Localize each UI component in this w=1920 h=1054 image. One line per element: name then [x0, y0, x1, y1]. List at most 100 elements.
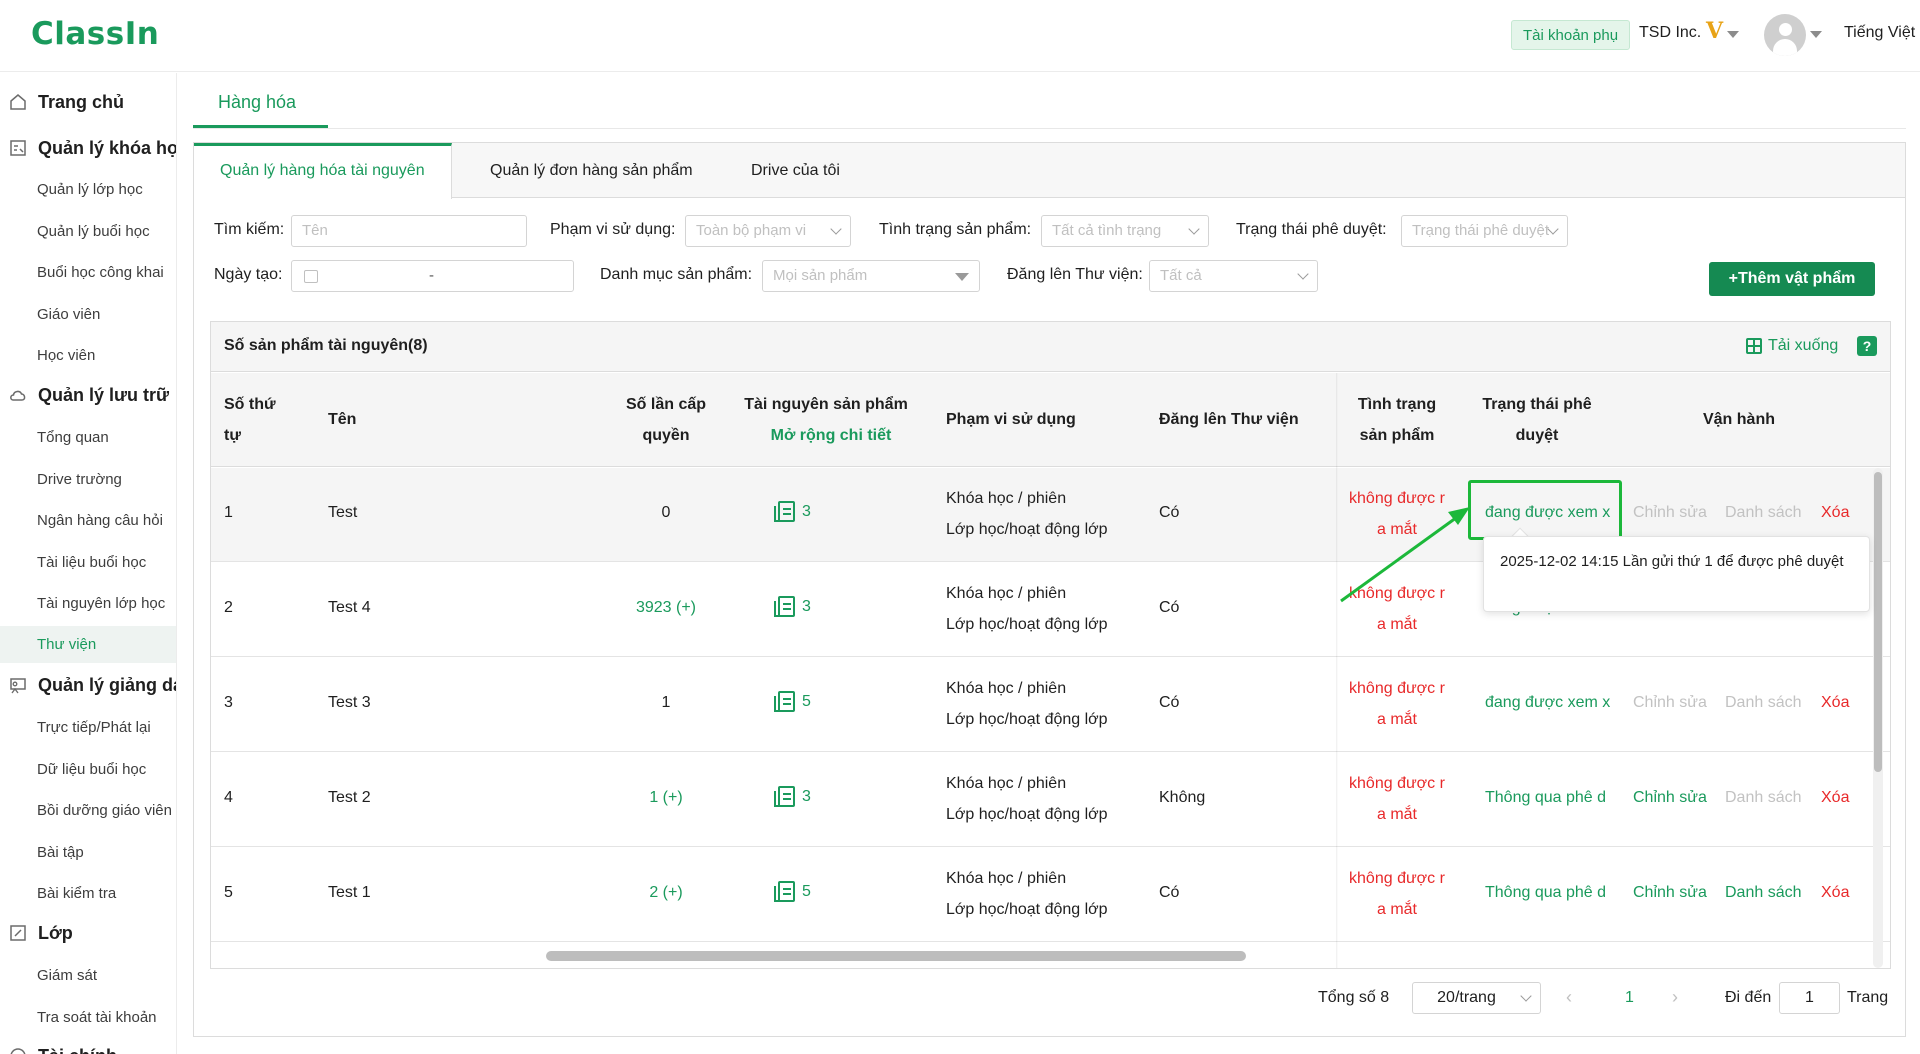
- chevron-down-icon: [1297, 268, 1309, 280]
- delete-button[interactable]: Xóa: [1821, 694, 1849, 712]
- page-number-current[interactable]: 1: [1625, 989, 1634, 1007]
- sidebar-item-account-audit[interactable]: Tra soát tài khoản: [37, 1009, 157, 1026]
- edit-button[interactable]: Chỉnh sửa: [1633, 884, 1707, 902]
- sidebar-item-overview[interactable]: Tổng quan: [37, 429, 109, 446]
- sidebar-item-class[interactable]: Lớp: [9, 918, 73, 948]
- scope-select[interactable]: Toàn bộ phạm vi: [685, 215, 851, 247]
- sidebar-item-lesson-management[interactable]: Quản lý buổi học: [37, 223, 150, 240]
- page-suffix-label: Trang: [1847, 989, 1889, 1006]
- sidebar-item-students[interactable]: Học viên: [37, 347, 95, 364]
- tab-divider: [193, 128, 1906, 129]
- library-filter-select[interactable]: Tất cả: [1149, 260, 1318, 292]
- vertical-scrollbar-thumb[interactable]: [1874, 472, 1882, 772]
- approval-status-select[interactable]: Trạng thái phê duyệt: [1401, 215, 1568, 247]
- document-copy-icon: [774, 691, 795, 712]
- row-scope-line1: Khóa học / phiên: [946, 490, 1067, 507]
- table-row[interactable]: 3 Test 3 1 5 Khóa học / phiên Lớp học/hoạ…: [211, 658, 1890, 752]
- sidebar-item-storage-management[interactable]: Quản lý lưu trữ: [9, 380, 169, 410]
- list-button[interactable]: Danh sách: [1725, 884, 1802, 902]
- highlight-box: [1468, 480, 1622, 540]
- row-resources-link[interactable]: 3: [774, 596, 811, 617]
- sidebar-item-class-resources[interactable]: Tài nguyên lớp học: [37, 595, 165, 612]
- sidebar-item-teachers[interactable]: Giáo viên: [37, 306, 100, 323]
- delete-button[interactable]: Xóa: [1821, 789, 1849, 807]
- row-resources-link[interactable]: 3: [774, 786, 811, 807]
- edit-button: Chỉnh sửa: [1633, 504, 1707, 521]
- sidebar-item-library[interactable]: Thư viện: [0, 626, 176, 663]
- edit-button[interactable]: Chỉnh sửa: [1633, 789, 1707, 807]
- product-status-select[interactable]: Tất cả tình trạng: [1041, 215, 1209, 247]
- col-header-approval-status-line2: duyệt: [1515, 427, 1559, 444]
- page-size-select[interactable]: 20/trang: [1412, 982, 1541, 1014]
- sidebar-item-exams[interactable]: Bài kiểm tra: [37, 885, 116, 902]
- top-header: ClassIn Tài khoản phụ TSD Inc. V Tiếng V…: [0, 0, 1920, 72]
- row-scope-line2: Lớp học/hoạt động lớp: [946, 806, 1108, 823]
- sidebar-item-lesson-data[interactable]: Dữ liệu buổi học: [37, 761, 146, 778]
- row-grants-link[interactable]: 1 (+): [586, 789, 746, 807]
- sidebar-item-monitoring[interactable]: Giám sát: [37, 967, 97, 984]
- company-name[interactable]: TSD Inc.: [1639, 24, 1701, 42]
- row-approval-status[interactable]: Thông qua phê d: [1485, 789, 1606, 807]
- row-resources-link[interactable]: 3: [774, 501, 811, 522]
- subtab-product-orders[interactable]: Quản lý đơn hàng sản phẩm: [464, 143, 719, 198]
- goto-page-input[interactable]: 1: [1779, 982, 1840, 1014]
- cloud-icon: [9, 386, 27, 404]
- tab-goods[interactable]: Hàng hóa: [218, 92, 296, 113]
- subtab-my-drive[interactable]: Drive của tôi: [725, 143, 866, 198]
- table-row[interactable]: 4 Test 2 1 (+) 3 Khóa học / phiên Lớp học…: [211, 753, 1890, 847]
- sidebar-item-teaching-management[interactable]: Quản lý giảng dạy: [9, 670, 176, 700]
- subtab-resource-goods[interactable]: Quản lý hàng hóa tài nguyên: [194, 143, 452, 199]
- col-header-operations: Vận hành: [1702, 411, 1775, 428]
- search-input[interactable]: Tên: [291, 215, 527, 247]
- row-scope: Khóa học / phiên Lớp học/hoạt động lớp: [946, 863, 1108, 925]
- row-grants-link[interactable]: 3923 (+): [586, 599, 746, 617]
- prev-page-icon[interactable]: ‹: [1566, 987, 1572, 1008]
- category-select[interactable]: Mọi sản phẩm: [762, 260, 980, 292]
- sidebar-item-question-bank[interactable]: Ngân hàng câu hỏi: [37, 512, 163, 529]
- created-date-range-picker[interactable]: -: [291, 260, 574, 292]
- sidebar-item-teacher-training[interactable]: Bồi dưỡng giáo viên: [37, 802, 172, 819]
- help-icon[interactable]: ?: [1857, 336, 1877, 356]
- sub-account-badge[interactable]: Tài khoản phụ: [1511, 20, 1631, 50]
- row-number: 5: [224, 884, 233, 901]
- document-copy-icon: [774, 881, 795, 902]
- row-product-status-line2: a mắt: [1376, 616, 1417, 633]
- user-avatar[interactable]: [1764, 14, 1806, 56]
- delete-button[interactable]: Xóa: [1821, 884, 1849, 902]
- language-selector[interactable]: Tiếng Việt: [1844, 24, 1915, 42]
- add-item-button[interactable]: +Thêm vật phẩm: [1709, 262, 1875, 296]
- sidebar-item-class-management[interactable]: Quản lý lớp học: [37, 181, 143, 198]
- sidebar-item-lesson-documents[interactable]: Tài liệu buổi học: [37, 554, 146, 571]
- download-button[interactable]: Tải xuống: [1746, 337, 1838, 355]
- row-approval-status[interactable]: đang được xem x: [1485, 694, 1610, 712]
- expand-details-link[interactable]: Mở rộng chi tiết: [716, 420, 936, 451]
- sidebar-item-public-lessons[interactable]: Buổi học công khai: [37, 264, 164, 281]
- row-resources-link[interactable]: 5: [774, 691, 811, 712]
- sidebar-item-school-drive[interactable]: Drive trường: [37, 471, 122, 488]
- sidebar-item-live-replay[interactable]: Trực tiếp/Phát lại: [37, 719, 151, 736]
- table-row[interactable]: 5 Test 1 2 (+) 5 Khóa học / phiên Lớp học…: [211, 848, 1890, 942]
- caret-down-icon: [955, 273, 969, 281]
- company-dropdown-chevron-icon[interactable]: [1727, 31, 1739, 38]
- delete-button[interactable]: Xóa: [1821, 504, 1849, 522]
- sidebar-label: Lớp: [38, 922, 73, 943]
- sidebar-label: Quản lý khóa học: [38, 137, 177, 158]
- next-page-icon[interactable]: ›: [1672, 987, 1678, 1008]
- home-icon: [9, 93, 27, 111]
- horizontal-scrollbar-thumb[interactable]: [546, 951, 1246, 961]
- spreadsheet-icon: [1746, 338, 1762, 354]
- row-resources-link[interactable]: 5: [774, 881, 811, 902]
- sidebar-item-home[interactable]: Trang chủ: [9, 87, 124, 117]
- col-header-approval-status-line1: Trạng thái phê: [1482, 396, 1592, 413]
- pagination-total: Tổng số 8: [1318, 989, 1390, 1006]
- row-product-status-line1: không được r: [1349, 775, 1445, 792]
- row-approval-status[interactable]: Thông qua phê d: [1485, 884, 1606, 902]
- col-header-product-status-line1: Tình trạng: [1357, 396, 1437, 413]
- sidebar-item-homework[interactable]: Bài tập: [37, 844, 84, 861]
- sidebar-item-finance[interactable]: Tài chính: [9, 1041, 117, 1054]
- row-grants-link[interactable]: 2 (+): [586, 884, 746, 902]
- fixed-column-shadow: [1336, 373, 1338, 968]
- sidebar-item-course-management[interactable]: Quản lý khóa học: [9, 133, 177, 163]
- classin-logo[interactable]: ClassIn: [31, 16, 159, 52]
- avatar-dropdown-chevron-icon[interactable]: [1810, 31, 1822, 38]
